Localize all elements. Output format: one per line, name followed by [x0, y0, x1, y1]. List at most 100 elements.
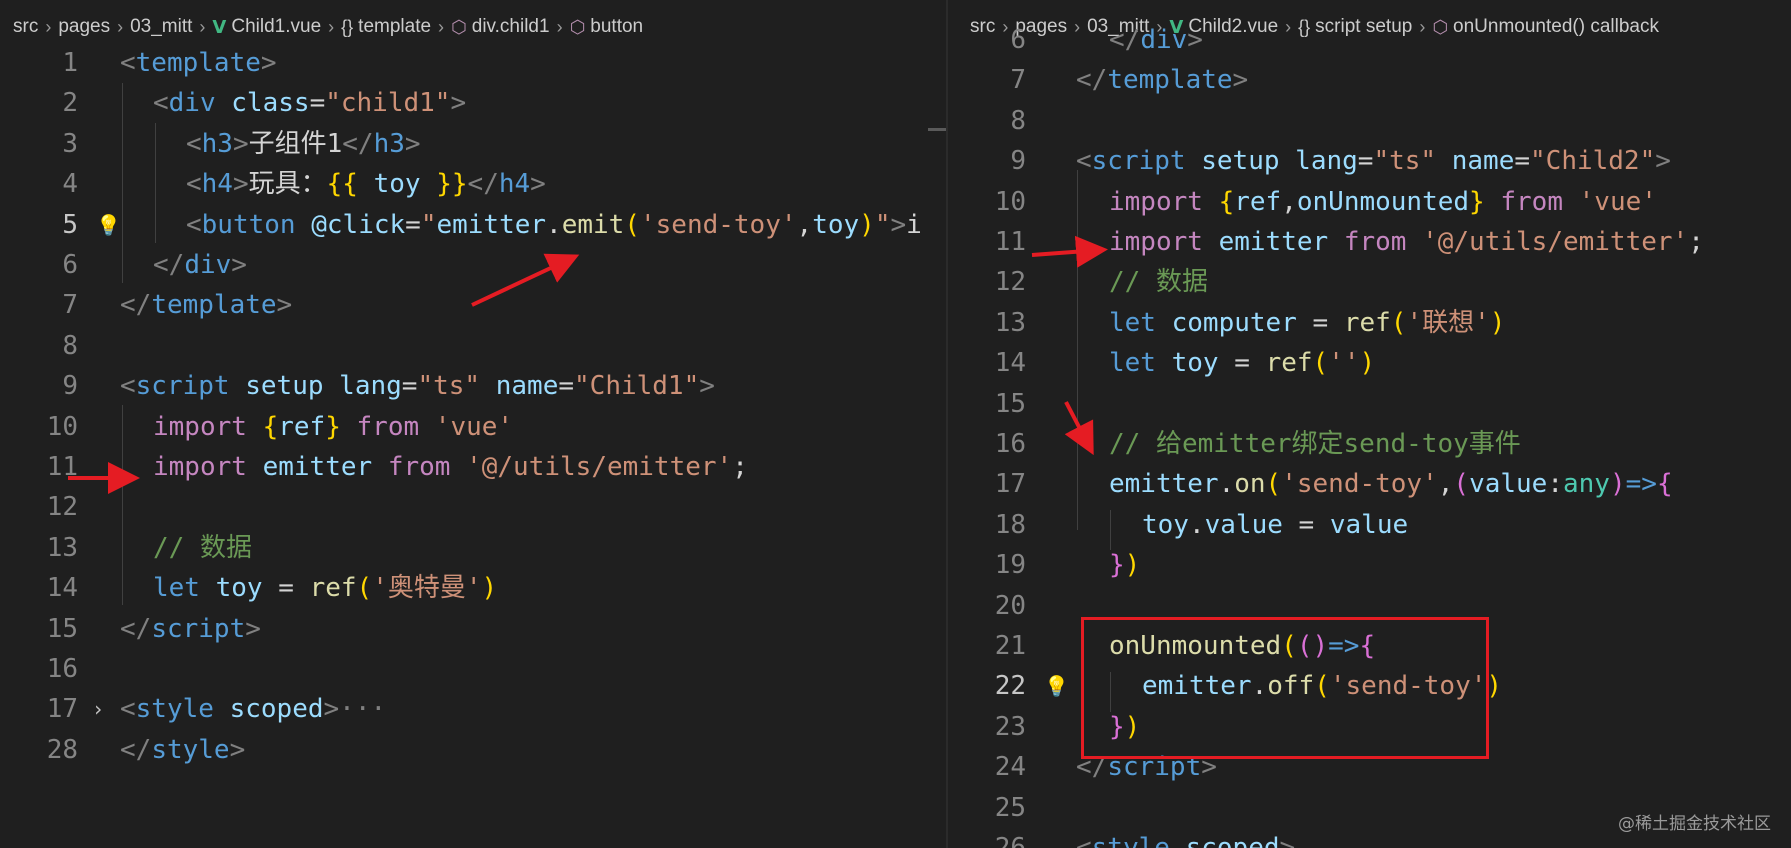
- code-text: </template>: [1076, 60, 1248, 100]
- code-line[interactable]: 17 emitter.on('send-toy',(value:any)=>{: [948, 464, 1791, 504]
- line-number: 28: [46, 734, 78, 765]
- code-token: style: [1091, 833, 1170, 848]
- code-token: lang: [339, 371, 402, 402]
- element-cube-icon: ⬡: [569, 16, 586, 37]
- code-text: </template>: [120, 285, 292, 325]
- code-line[interactable]: 3 <h3>子组件1</h3>: [0, 124, 946, 164]
- fold-chevron-icon[interactable]: ›: [92, 689, 104, 729]
- code-line[interactable]: 11 import emitter from '@/utils/emitter';: [948, 222, 1791, 262]
- line-number: 26: [994, 833, 1026, 848]
- code-line[interactable]: 7 </template>: [948, 60, 1791, 100]
- code-token: "child1": [325, 88, 451, 119]
- breadcrumb-item-pages[interactable]: pages: [58, 16, 110, 38]
- line-number: 8: [62, 330, 78, 361]
- code-line[interactable]: 12 // 数据: [948, 262, 1791, 302]
- code-token: '@/utils/emitter': [1422, 227, 1689, 257]
- code-line[interactable]: 2 <div class="child1">: [0, 83, 946, 123]
- line-number: 10: [46, 411, 78, 442]
- code-line[interactable]: 28 </style>: [0, 730, 946, 770]
- code-line[interactable]: 8: [0, 326, 946, 366]
- code-line[interactable]: 1 <template>: [0, 43, 946, 83]
- breadcrumb-item-div[interactable]: ⬡ div.child1: [451, 16, 550, 38]
- code-line[interactable]: 17 <style scoped>··· ›: [0, 689, 946, 730]
- code-line[interactable]: 11 import emitter from '@/utils/emitter';: [0, 447, 946, 487]
- code-line[interactable]: 10 import {ref} from 'vue': [0, 407, 946, 447]
- code-token: <: [1076, 146, 1092, 177]
- line-number: 13: [46, 532, 78, 563]
- line-number: 2: [62, 88, 78, 119]
- lightbulb-icon[interactable]: 💡: [96, 205, 121, 245]
- code-line[interactable]: 19}): [948, 545, 1791, 585]
- code-line[interactable]: 9 <script setup lang="ts" name="Child1">: [0, 366, 946, 406]
- code-line[interactable]: 15 </script>: [0, 609, 946, 649]
- code-line[interactable]: 14 let toy = ref('奥特曼'): [0, 568, 946, 608]
- code-token: >: [1279, 833, 1296, 848]
- breadcrumb-item-template[interactable]: {} template: [341, 16, 431, 38]
- code-line[interactable]: 10 import {ref,onUnmounted} from 'vue': [948, 182, 1791, 222]
- code-line[interactable]: 6 </div>: [948, 20, 1791, 60]
- breadcrumb-item-button[interactable]: ⬡ button: [570, 16, 644, 38]
- code-token: <: [120, 371, 136, 402]
- code-line[interactable]: 7 </template>: [0, 285, 946, 325]
- breadcrumb-item-file[interactable]: V Child1.vue: [212, 16, 321, 38]
- code-line[interactable]: 8: [948, 101, 1791, 141]
- breadcrumb-item-src[interactable]: src: [13, 16, 38, 38]
- code-token: >: [699, 371, 715, 402]
- code-token: </: [1076, 65, 1108, 96]
- breadcrumb-item-folder[interactable]: 03_mitt: [130, 16, 192, 38]
- code-line[interactable]: 18 toy.value = value: [948, 505, 1791, 545]
- line-number: 17: [46, 694, 78, 725]
- code-token: toy: [812, 209, 860, 240]
- code-line[interactable]: 5 <button @click="emitter.emit('send-toy'…: [0, 205, 946, 245]
- code-text: let toy = ref('奥特曼'): [153, 568, 497, 608]
- line-number: 14: [46, 573, 78, 604]
- code-line[interactable]: 6 </div>: [0, 245, 946, 285]
- code-token: import: [1109, 227, 1203, 257]
- code-line[interactable]: 4 <h4>玩具：{{ toy }}</h4>: [0, 164, 946, 204]
- code-token: =: [1357, 146, 1374, 177]
- code-token: ;: [732, 452, 748, 482]
- code-token: ref: [278, 411, 326, 442]
- line-number: 23: [994, 711, 1026, 742]
- code-token: (: [1265, 469, 1282, 500]
- code-line[interactable]: 15: [948, 384, 1791, 424]
- code-text: toy.value = value: [1142, 505, 1408, 545]
- right-editor-pane[interactable]: src › pages › 03_mitt › V Child2.vue › {}…: [948, 0, 1791, 848]
- code-token: toy: [215, 573, 263, 604]
- code-token: </: [120, 290, 152, 321]
- code-token: ,: [1437, 469, 1454, 500]
- code-token: =: [405, 209, 421, 240]
- code-token: ): [1124, 550, 1141, 581]
- code-token: }: [1109, 550, 1125, 581]
- code-token: 'vue': [434, 411, 514, 442]
- code-token: name: [1451, 146, 1515, 177]
- code-token: ": [420, 209, 437, 240]
- code-line[interactable]: 16: [0, 649, 946, 689]
- code-token: </: [120, 734, 152, 765]
- highlight-box-annotation: [1081, 617, 1489, 759]
- line-number: 22: [994, 671, 1026, 702]
- code-token: >: [404, 128, 421, 159]
- code-line[interactable]: 12: [0, 487, 946, 527]
- code-line[interactable]: 14 let toy = ref(''): [948, 343, 1791, 383]
- code-line[interactable]: 13 let computer = ref('联想'): [948, 303, 1791, 343]
- left-editor-pane[interactable]: src › pages › 03_mitt › V Child1.vue › {}…: [0, 0, 946, 848]
- indent-guide: [122, 405, 123, 605]
- code-line[interactable]: 16 // 给emitter绑定send-toy事件: [948, 424, 1791, 464]
- code-token: >: [232, 128, 249, 159]
- code-token: value: [1469, 469, 1548, 500]
- vue-file-icon: V: [212, 16, 227, 38]
- code-token: toy: [357, 169, 437, 200]
- code-token: ,: [1281, 186, 1297, 217]
- code-line[interactable]: 9 <script setup lang="ts" name="Child2">: [948, 141, 1791, 181]
- code-token: setup: [245, 371, 324, 402]
- code-line[interactable]: 13 // 数据: [0, 528, 946, 568]
- line-number: 14: [994, 348, 1026, 379]
- code-text: </div>: [1109, 20, 1203, 60]
- indent-guide: [1110, 672, 1111, 712]
- lightbulb-icon[interactable]: 💡: [1044, 666, 1069, 706]
